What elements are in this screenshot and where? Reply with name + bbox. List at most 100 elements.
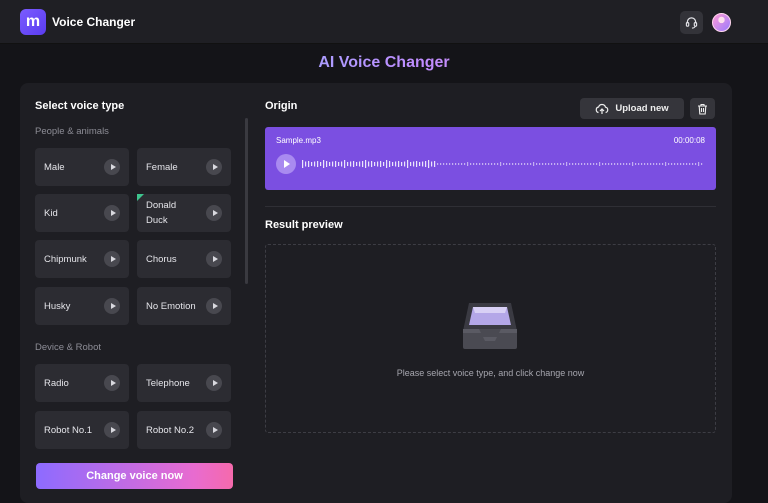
change-voice-button[interactable]: Change voice now — [36, 463, 233, 489]
voice-label: Robot No.1 — [44, 424, 93, 436]
waveform-bar — [701, 163, 703, 165]
play-icon[interactable] — [104, 159, 120, 175]
waveform-bar — [578, 163, 580, 165]
voice-tile-husky[interactable]: Husky — [35, 287, 129, 325]
waveform-bar — [641, 163, 643, 165]
voice-tile-chorus[interactable]: Chorus — [137, 240, 231, 278]
voice-tile-chipmunk[interactable]: Chipmunk — [35, 240, 129, 278]
upload-label: Upload new — [615, 103, 669, 114]
waveform-bar — [443, 163, 445, 165]
waveform-bar — [500, 162, 502, 166]
play-icon[interactable] — [206, 422, 222, 438]
waveform-bar — [512, 163, 514, 165]
play-icon[interactable] — [206, 298, 222, 314]
waveform-bar — [647, 163, 649, 165]
waveform-bar — [683, 163, 685, 165]
play-icon[interactable] — [206, 251, 222, 267]
waveform-bar — [416, 161, 418, 167]
voice-label: Chorus — [146, 253, 177, 265]
waveform-bar — [533, 162, 535, 166]
audio-file-name: Sample.mp3 — [276, 136, 321, 145]
waveform-bar — [632, 162, 634, 166]
voice-tile-female[interactable]: Female — [137, 148, 231, 186]
empty-message: Please select voice type, and click chan… — [396, 368, 585, 378]
delete-button[interactable] — [690, 98, 715, 119]
waveform-bar — [590, 163, 592, 165]
waveform-bar — [434, 161, 436, 167]
voice-tile-male[interactable]: Male — [35, 148, 129, 186]
waveform-bar — [677, 163, 679, 165]
voice-label: Telephone — [146, 377, 190, 389]
waveform-bar — [338, 162, 340, 166]
waveform-bar — [413, 161, 415, 167]
voice-tile-telephone[interactable]: Telephone — [137, 364, 231, 402]
play-icon[interactable] — [104, 251, 120, 267]
waveform-bar — [401, 162, 403, 166]
voice-label: Male — [44, 161, 65, 173]
voice-type-title: Select voice type — [35, 100, 125, 112]
play-icon[interactable] — [206, 159, 222, 175]
user-avatar[interactable] — [712, 13, 731, 32]
waveform-bar — [320, 162, 322, 166]
waveform-bar — [455, 163, 457, 165]
support-button[interactable] — [680, 11, 703, 34]
voice-tile-kid[interactable]: Kid — [35, 194, 129, 232]
waveform-bar — [419, 162, 421, 166]
waveform-bar — [563, 163, 565, 165]
waveform-bar — [473, 163, 475, 165]
headset-icon — [685, 17, 698, 29]
waveform-bar — [635, 163, 637, 165]
voice-label: Husky — [44, 300, 71, 312]
waveform-bar — [350, 161, 352, 167]
audio-waveform[interactable] — [301, 158, 705, 170]
audio-duration: 00:00:08 — [673, 136, 705, 145]
voice-tile-donald-duck[interactable]: Donald Duck — [137, 194, 231, 232]
waveform-bar — [497, 163, 499, 165]
waveform-bar — [407, 160, 409, 168]
waveform-bar — [332, 161, 334, 167]
play-icon[interactable] — [206, 375, 222, 391]
waveform-bar — [431, 161, 433, 167]
waveform-bar — [485, 163, 487, 165]
voice-tile-no-emotion[interactable]: No Emotion — [137, 287, 231, 325]
waveform-bar — [644, 163, 646, 165]
waveform-bar — [617, 163, 619, 165]
waveform-bar — [317, 161, 319, 167]
waveform-bar — [335, 161, 337, 167]
play-icon[interactable] — [104, 422, 120, 438]
voice-label: No Emotion — [146, 300, 196, 312]
waveform-bar — [572, 163, 574, 165]
play-icon[interactable] — [104, 298, 120, 314]
voice-label: Kid — [44, 207, 58, 219]
voice-tile-robot-2[interactable]: Robot No.2 — [137, 411, 231, 449]
voice-tile-robot-1[interactable]: Robot No.1 — [35, 411, 129, 449]
waveform-bar — [341, 161, 343, 167]
waveform-bar — [446, 163, 448, 165]
page-title: AI Voice Changer — [0, 54, 768, 72]
waveform-bar — [530, 163, 532, 165]
upload-new-button[interactable]: Upload new — [580, 98, 684, 119]
play-icon[interactable] — [104, 205, 120, 221]
waveform-bar — [527, 163, 529, 165]
play-icon[interactable] — [206, 205, 222, 221]
audio-play-button[interactable] — [276, 154, 296, 174]
waveform-bar — [629, 163, 631, 165]
waveform-bar — [482, 163, 484, 165]
waveform-bar — [602, 163, 604, 165]
waveform-bar — [638, 163, 640, 165]
voice-label: Female — [146, 161, 178, 173]
waveform-bar — [656, 163, 658, 165]
waveform-bar — [536, 163, 538, 165]
waveform-bar — [425, 161, 427, 167]
waveform-bar — [452, 163, 454, 165]
waveform-bar — [392, 162, 394, 166]
voice-list-scrollbar[interactable] — [245, 118, 248, 284]
waveform-bar — [386, 160, 388, 168]
waveform-bar — [389, 161, 391, 167]
waveform-bar — [368, 161, 370, 167]
category-people-animals: People & animals — [35, 126, 109, 137]
voice-tile-radio[interactable]: Radio — [35, 364, 129, 402]
waveform-bar — [359, 161, 361, 167]
waveform-bar — [515, 163, 517, 165]
play-icon[interactable] — [104, 375, 120, 391]
